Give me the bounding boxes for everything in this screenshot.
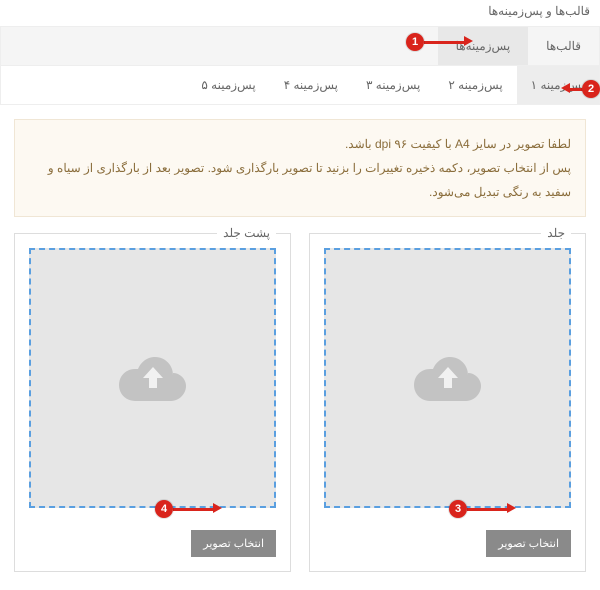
sub-tabs: پس‌زمینه ۱ پس‌زمینه ۲ پس‌زمینه ۳ پس‌زمین… <box>0 66 600 105</box>
notice-box: لطفا تصویر در سایز A4 با کیفیت ۹۶ dpi با… <box>14 119 586 217</box>
back-cover-select-image-button[interactable]: انتخاب تصویر <box>191 530 276 557</box>
notice-line1: لطفا تصویر در سایز A4 با کیفیت ۹۶ dpi با… <box>29 132 571 156</box>
cover-dropzone[interactable] <box>324 248 571 508</box>
notice-line2: پس از انتخاب تصویر، دکمه ذخیره تغییرات ر… <box>29 156 571 204</box>
cloud-upload-icon <box>413 353 483 403</box>
content-area: لطفا تصویر در سایز A4 با کیفیت ۹۶ dpi با… <box>0 105 600 590</box>
back-cover-dropzone[interactable] <box>29 248 276 508</box>
tab-templates[interactable]: قالب‌ها <box>528 27 599 65</box>
sub-tab-bg4[interactable]: پس‌زمینه ۴ <box>270 66 352 104</box>
page-title: قالب‌ها و پس‌زمینه‌ها <box>0 0 600 26</box>
sub-tab-bg5[interactable]: پس‌زمینه ۵ <box>187 66 269 104</box>
upload-panels: جلد انتخاب تصویر پشت جلد <box>14 233 586 572</box>
panel-cover-title: جلد <box>541 226 571 240</box>
sub-tab-bg2[interactable]: پس‌زمینه ۲ <box>434 66 516 104</box>
cover-select-image-button[interactable]: انتخاب تصویر <box>486 530 571 557</box>
cloud-upload-icon <box>118 353 188 403</box>
panel-back-cover-title: پشت جلد <box>217 226 276 240</box>
tab-backgrounds[interactable]: پس‌زمینه‌ها <box>438 27 529 65</box>
panel-back-cover: پشت جلد انتخاب تصویر <box>14 233 291 572</box>
panel-cover: جلد انتخاب تصویر <box>309 233 586 572</box>
sub-tab-bg3[interactable]: پس‌زمینه ۳ <box>352 66 434 104</box>
main-tabs: قالب‌ها پس‌زمینه‌ها <box>0 26 600 66</box>
sub-tab-bg1[interactable]: پس‌زمینه ۱ <box>517 66 599 104</box>
